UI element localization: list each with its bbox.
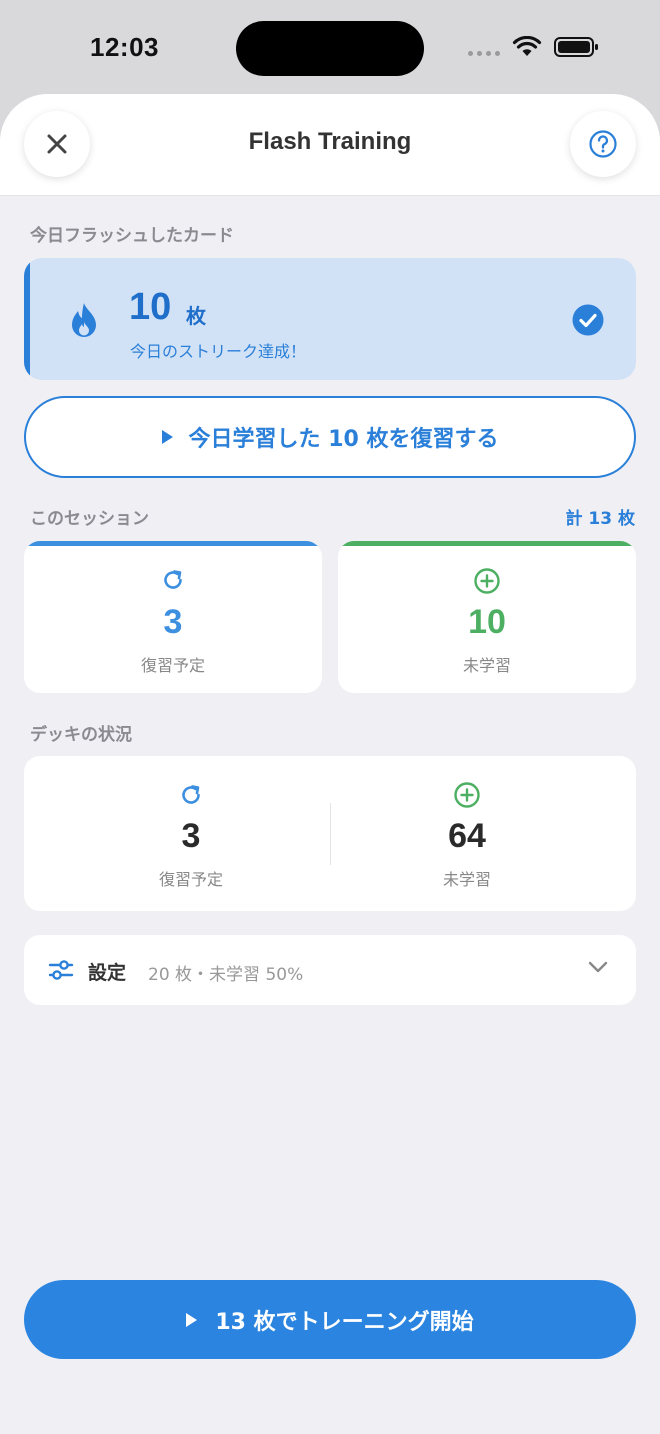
start-training-label: 13 枚でトレーニング開始 [215, 1309, 474, 1335]
deck-new-label: 未学習 [442, 870, 491, 889]
deck-review-stat: 3 復習予定 [38, 756, 344, 911]
today-count-unit: 枚 [186, 304, 206, 328]
settings-row[interactable]: 設定 20 枚・未学習 50% [24, 935, 636, 1005]
review-today-button[interactable]: 今日学習した 10 枚を復習する [24, 396, 636, 478]
help-button[interactable] [570, 111, 636, 177]
play-icon [186, 1312, 198, 1327]
today-streak-card: 10 枚 今日のストリーク達成！ [24, 258, 636, 380]
session-total-label: 計 13 枚 [565, 509, 636, 529]
flash-training-sheet: Flash Training 今日フラッシュしたカード 10 枚 今日のストリー… [0, 94, 660, 1434]
battery-icon [554, 37, 598, 57]
new-card-topbar [338, 541, 636, 546]
refresh-icon [182, 785, 200, 804]
deck-section-label: デッキの状況 [30, 725, 132, 745]
review-card-topbar [24, 541, 322, 546]
plus-icon-wrap [338, 568, 636, 594]
settings-summary: 20 枚・未学習 50% [148, 965, 304, 985]
deck-status-card: 3 復習予定 64 未学習 [24, 756, 636, 911]
status-icons [466, 34, 602, 62]
today-section-label: 今日フラッシュしたカード [30, 226, 234, 246]
check-circle-icon [572, 304, 604, 336]
start-training-button[interactable]: 13 枚でトレーニング開始 [24, 1280, 636, 1359]
settings-title: 設定 [88, 962, 127, 984]
status-time: 12:03 [90, 32, 159, 62]
play-icon [161, 430, 173, 444]
nav-bar: Flash Training [0, 94, 660, 196]
page-title: Flash Training [248, 128, 412, 155]
deck-plus-icon-wrap [314, 782, 620, 808]
signal-dots-icon [468, 51, 500, 56]
refresh-icon-wrap [24, 568, 322, 592]
session-new-card: 10 未学習 [338, 541, 636, 693]
session-review-count: 3 [163, 603, 183, 641]
session-review-card: 3 復習予定 [24, 541, 322, 693]
status-bar: 12:03 [0, 0, 660, 94]
sliders-icon [48, 960, 74, 980]
session-new-label: 未学習 [462, 656, 511, 675]
today-count: 10 [129, 286, 172, 328]
plus-circle-icon [454, 782, 480, 808]
session-section-label: このセッション [30, 509, 149, 529]
deck-new-count: 64 [448, 817, 486, 855]
deck-refresh-icon-wrap [38, 783, 344, 807]
help-icon [589, 130, 617, 158]
card-accent-bar [24, 258, 30, 380]
review-today-label: 今日学習した 10 枚を復習する [188, 427, 499, 452]
refresh-icon [164, 570, 182, 589]
wifi-icon [512, 36, 542, 56]
chevron-down-icon [588, 961, 608, 973]
deck-new-stat: 64 未学習 [314, 756, 620, 911]
plus-circle-icon [474, 568, 500, 594]
session-review-label: 復習予定 [140, 656, 205, 675]
deck-review-label: 復習予定 [158, 870, 223, 889]
deck-review-count: 3 [181, 817, 201, 855]
dynamic-island [236, 21, 424, 76]
streak-text: 今日のストリーク達成！ [130, 342, 307, 361]
flame-icon [72, 303, 96, 337]
session-new-count: 10 [468, 603, 506, 641]
